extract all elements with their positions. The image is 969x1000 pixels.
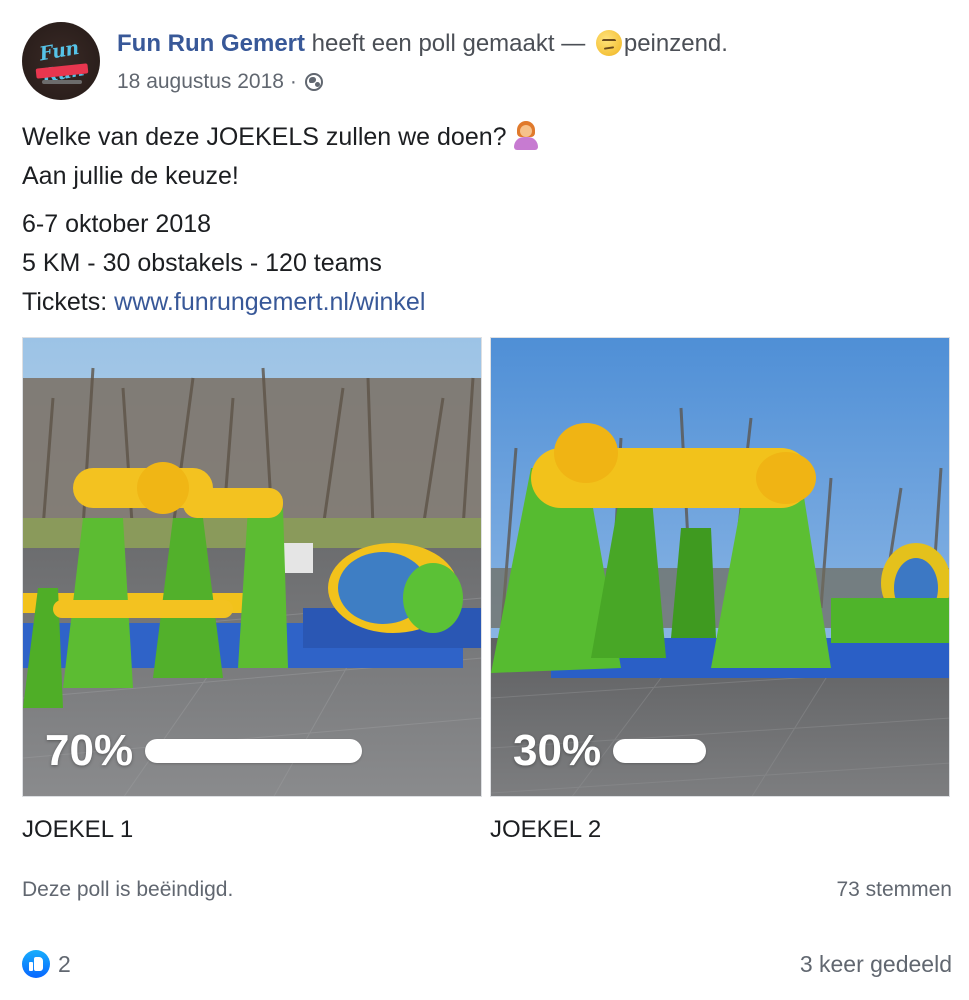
question-text: Welke van deze JOEKELS zullen we doen? <box>22 123 507 151</box>
poll-option-1-track <box>145 739 445 763</box>
poll-option-2[interactable]: 30% JOEKEL 2 <box>490 337 950 844</box>
post-text: Welke van deze JOEKELS zullen we doen? A… <box>22 118 952 331</box>
avatar-logo-sub <box>42 80 82 84</box>
tickets-label: Tickets: <box>22 288 115 316</box>
poll-option-2-track <box>613 739 949 763</box>
poll-option-2-result-row: 30% <box>513 726 949 776</box>
post-text-line-4: 5 KM - 30 obstakels - 120 teams <box>22 249 382 277</box>
poll-status: Deze poll is beëindigd. <box>22 878 234 901</box>
post-text-line-5: Tickets: www.funrungemert.nl/winkel <box>22 283 952 322</box>
tickets-link[interactable]: www.funrungemert.nl/winkel <box>114 288 425 316</box>
reaction-summary[interactable]: 2 <box>22 950 71 978</box>
feeling-text: peinzend. <box>623 30 728 57</box>
post-text-line-3: 6-7 oktober 2018 <box>22 210 212 238</box>
poll-votes[interactable]: 73 stemmen <box>836 878 952 902</box>
poll-status-row: Deze poll is beëindigd. 73 stemmen <box>22 878 952 902</box>
post-text-line-1: Welke van deze JOEKELS zullen we doen? <box>22 118 952 157</box>
page-avatar[interactable]: Fun Run <box>22 22 100 100</box>
post-paragraph-2: 6-7 oktober 2018 5 KM - 30 obstakels - 1… <box>22 205 952 322</box>
poll-option-1-label[interactable]: JOEKEL 1 <box>22 816 482 844</box>
meta-separator: · <box>283 70 303 93</box>
poll-option-1[interactable]: 70% JOEKEL 1 <box>22 337 482 844</box>
post-headline: Fun Run Gemert heeft een poll gemaakt — … <box>117 30 728 58</box>
post-text-line-2: Aan jullie de keuze! <box>22 162 239 190</box>
page-name-link[interactable]: Fun Run Gemert <box>117 30 305 57</box>
thinking-face-emoji-icon <box>595 30 622 56</box>
poll-option-2-bar <box>613 739 707 763</box>
share-count[interactable]: 3 keer gedeeld <box>800 951 952 978</box>
post-paragraph-1: Welke van deze JOEKELS zullen we doen? A… <box>22 118 952 196</box>
post-meta: 18 augustus 2018 · <box>117 70 323 94</box>
like-icon <box>22 950 50 978</box>
post-header: Fun Run Fun Run Gemert heeft een poll ge… <box>22 22 952 102</box>
poll-option-2-percent: 30% <box>513 726 602 775</box>
poll-option-1-image[interactable]: 70% <box>22 337 482 797</box>
reaction-count: 2 <box>58 950 71 977</box>
poll-option-1-result-row: 70% <box>45 726 445 776</box>
poll-option-1-percent: 70% <box>45 726 134 775</box>
globe-icon[interactable] <box>304 73 323 91</box>
poll-option-2-label[interactable]: JOEKEL 2 <box>490 816 950 844</box>
action-text: heeft een poll gemaakt — <box>305 30 592 57</box>
post-date[interactable]: 18 augustus 2018 <box>117 70 284 93</box>
reactions-row: 2 3 keer gedeeld <box>22 950 952 978</box>
person-shrugging-emoji-icon <box>511 120 541 150</box>
poll-option-2-image[interactable]: 30% <box>490 337 950 797</box>
poll-option-1-bar <box>145 739 363 763</box>
